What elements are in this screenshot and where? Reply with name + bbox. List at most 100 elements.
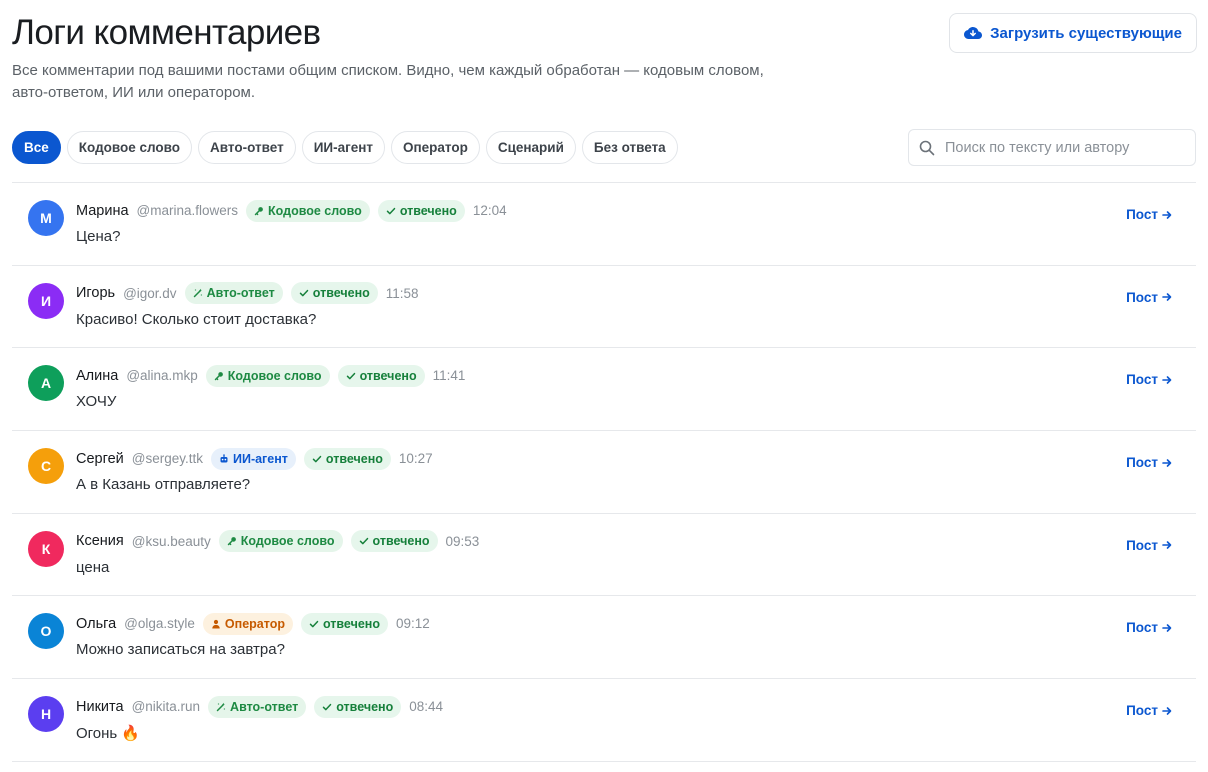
comment-meta: Алина @alina.mkp Кодовое слово отвечено 11:4…: [76, 364, 465, 387]
avatar: И: [28, 282, 64, 319]
source-badge: Кодовое слово: [205, 364, 330, 387]
check-icon: [359, 536, 369, 546]
source-badge: ИИ-агент: [210, 447, 296, 470]
comment-meta: Ольга @olga.style Оператор отвечено 09:12: [76, 612, 430, 635]
author-name: Марина: [76, 202, 129, 219]
author-handle: @ksu.beauty: [131, 533, 211, 549]
comment-row: М Марина @marina.flowers Кодовое слово отвеч…: [12, 183, 1196, 266]
post-link-label: Пост: [1126, 455, 1158, 471]
key-icon: [254, 206, 264, 216]
author-name: Алина: [76, 367, 119, 384]
post-link[interactable]: Пост: [1126, 538, 1172, 553]
author-handle: @sergey.ttk: [131, 451, 203, 467]
post-link-label: Пост: [1126, 372, 1158, 388]
comment-text: Можно записаться на завтра?: [76, 641, 285, 659]
comment-row: А Алина @alina.mkp Кодовое слово отвечено 11:…: [12, 348, 1196, 432]
load-existing-button[interactable]: Загрузить существующие: [949, 13, 1197, 53]
robot-icon: [219, 453, 229, 464]
comment-time: 09:53: [445, 533, 480, 549]
author-handle: @alina.mkp: [126, 368, 198, 384]
key-icon: [227, 536, 237, 546]
post-link[interactable]: Пост: [1126, 207, 1172, 222]
comment-time: 11:41: [432, 368, 466, 384]
arrow-right-icon: [1162, 458, 1172, 468]
status-label: отвечено: [399, 203, 457, 218]
filter-chip[interactable]: ИИ-агент: [301, 131, 385, 164]
comment-time: 11:58: [385, 285, 419, 301]
avatar: К: [28, 530, 64, 567]
filter-chip[interactable]: Оператор: [391, 131, 480, 164]
post-link-label: Пост: [1126, 620, 1158, 636]
comment-time: 12:04: [472, 203, 507, 218]
comment-row: О Ольга @olga.style Оператор отвечено 09:12 Мо…: [12, 596, 1196, 680]
comment-text: Красиво! Сколько стоит доставка?: [76, 310, 317, 328]
comment-list: М Марина @marina.flowers Кодовое слово отвеч…: [12, 182, 1196, 762]
filter-chip[interactable]: Без ответа: [581, 131, 678, 164]
author-handle: @olga.style: [124, 616, 195, 632]
search-icon: [919, 140, 935, 155]
avatar: Н: [28, 696, 64, 733]
arrow-right-icon: [1162, 540, 1172, 550]
filter-chips: Все Кодовое слово Авто-ответ ИИ-агент Операт…: [12, 131, 678, 164]
comment-meta: Марина @marina.flowers Кодовое слово отвече…: [76, 199, 507, 222]
person-icon: [211, 619, 221, 629]
post-link[interactable]: Пост: [1126, 372, 1172, 387]
page-header: Логи комментариев Все комментарии под ва…: [12, 12, 1197, 104]
post-link-label: Пост: [1126, 537, 1158, 553]
magic-wand-icon: [216, 702, 226, 712]
post-link[interactable]: Пост: [1126, 620, 1172, 635]
source-badge: Кодовое слово: [246, 199, 370, 222]
author-handle: @nikita.run: [131, 699, 201, 715]
check-icon: [299, 288, 309, 298]
comment-time: 09:12: [395, 616, 430, 632]
comment-text: цена: [76, 558, 110, 576]
comment-text: Цена?: [76, 228, 121, 245]
key-icon: [214, 371, 224, 381]
comment-row: Н Никита @nikita.run Авто-ответ отвечено 08:4…: [12, 679, 1196, 762]
source-badge: Авто-ответ: [208, 695, 307, 718]
check-icon: [309, 619, 319, 629]
search-input[interactable]: [945, 139, 1185, 156]
post-link[interactable]: Пост: [1126, 290, 1172, 305]
status-badge: отвечено: [377, 199, 465, 222]
load-existing-label: Загрузить существующие: [990, 24, 1182, 42]
status-badge: отвечено: [314, 695, 402, 718]
source-label: Оператор: [224, 616, 285, 631]
comment-text: ХОЧУ: [76, 393, 117, 411]
comment-time: 08:44: [409, 699, 444, 715]
status-badge: отвечено: [303, 447, 391, 470]
status-badge: отвечено: [300, 612, 388, 635]
post-link[interactable]: Пост: [1126, 455, 1172, 470]
filter-chip[interactable]: Кодовое слово: [66, 131, 193, 164]
source-label: Кодовое слово: [227, 368, 322, 383]
comment-meta: Ксения @ksu.beauty Кодовое слово отвечено 09…: [76, 530, 479, 553]
check-icon: [312, 454, 322, 464]
status-badge: отвечено: [290, 282, 378, 305]
avatar: О: [28, 613, 64, 650]
status-label: отвечено: [322, 616, 380, 631]
post-link[interactable]: Пост: [1126, 703, 1172, 718]
author-name: Игорь: [76, 285, 116, 302]
filter-chip[interactable]: Сценарий: [485, 131, 576, 164]
status-label: отвечено: [325, 451, 383, 466]
comment-meta: Сергей @sergey.ttk ИИ-агент отвечено 10:27: [76, 447, 433, 470]
page-subtitle: Все комментарии под вашими постами общим…: [12, 62, 764, 101]
arrow-right-icon: [1162, 375, 1172, 385]
avatar: А: [28, 365, 64, 402]
comment-row: С Сергей @sergey.ttk ИИ-агент отвечено 10:27 А…: [12, 431, 1196, 514]
filter-chip[interactable]: Авто-ответ: [198, 131, 296, 164]
author-handle: @marina.flowers: [136, 203, 239, 218]
status-label: отвечено: [372, 534, 430, 549]
arrow-right-icon: [1162, 292, 1172, 302]
source-badge: Оператор: [202, 612, 293, 635]
post-link-label: Пост: [1126, 703, 1158, 719]
check-icon: [322, 702, 332, 712]
author-name: Сергей: [76, 450, 124, 467]
comment-text: А в Казань отправляете?: [76, 476, 251, 494]
arrow-right-icon: [1162, 210, 1172, 220]
arrow-right-icon: [1162, 623, 1172, 633]
search-box[interactable]: [908, 129, 1196, 166]
filter-chip[interactable]: Все: [12, 131, 61, 164]
source-badge: Авто-ответ: [184, 282, 283, 305]
source-label: Авто-ответ: [230, 699, 299, 714]
